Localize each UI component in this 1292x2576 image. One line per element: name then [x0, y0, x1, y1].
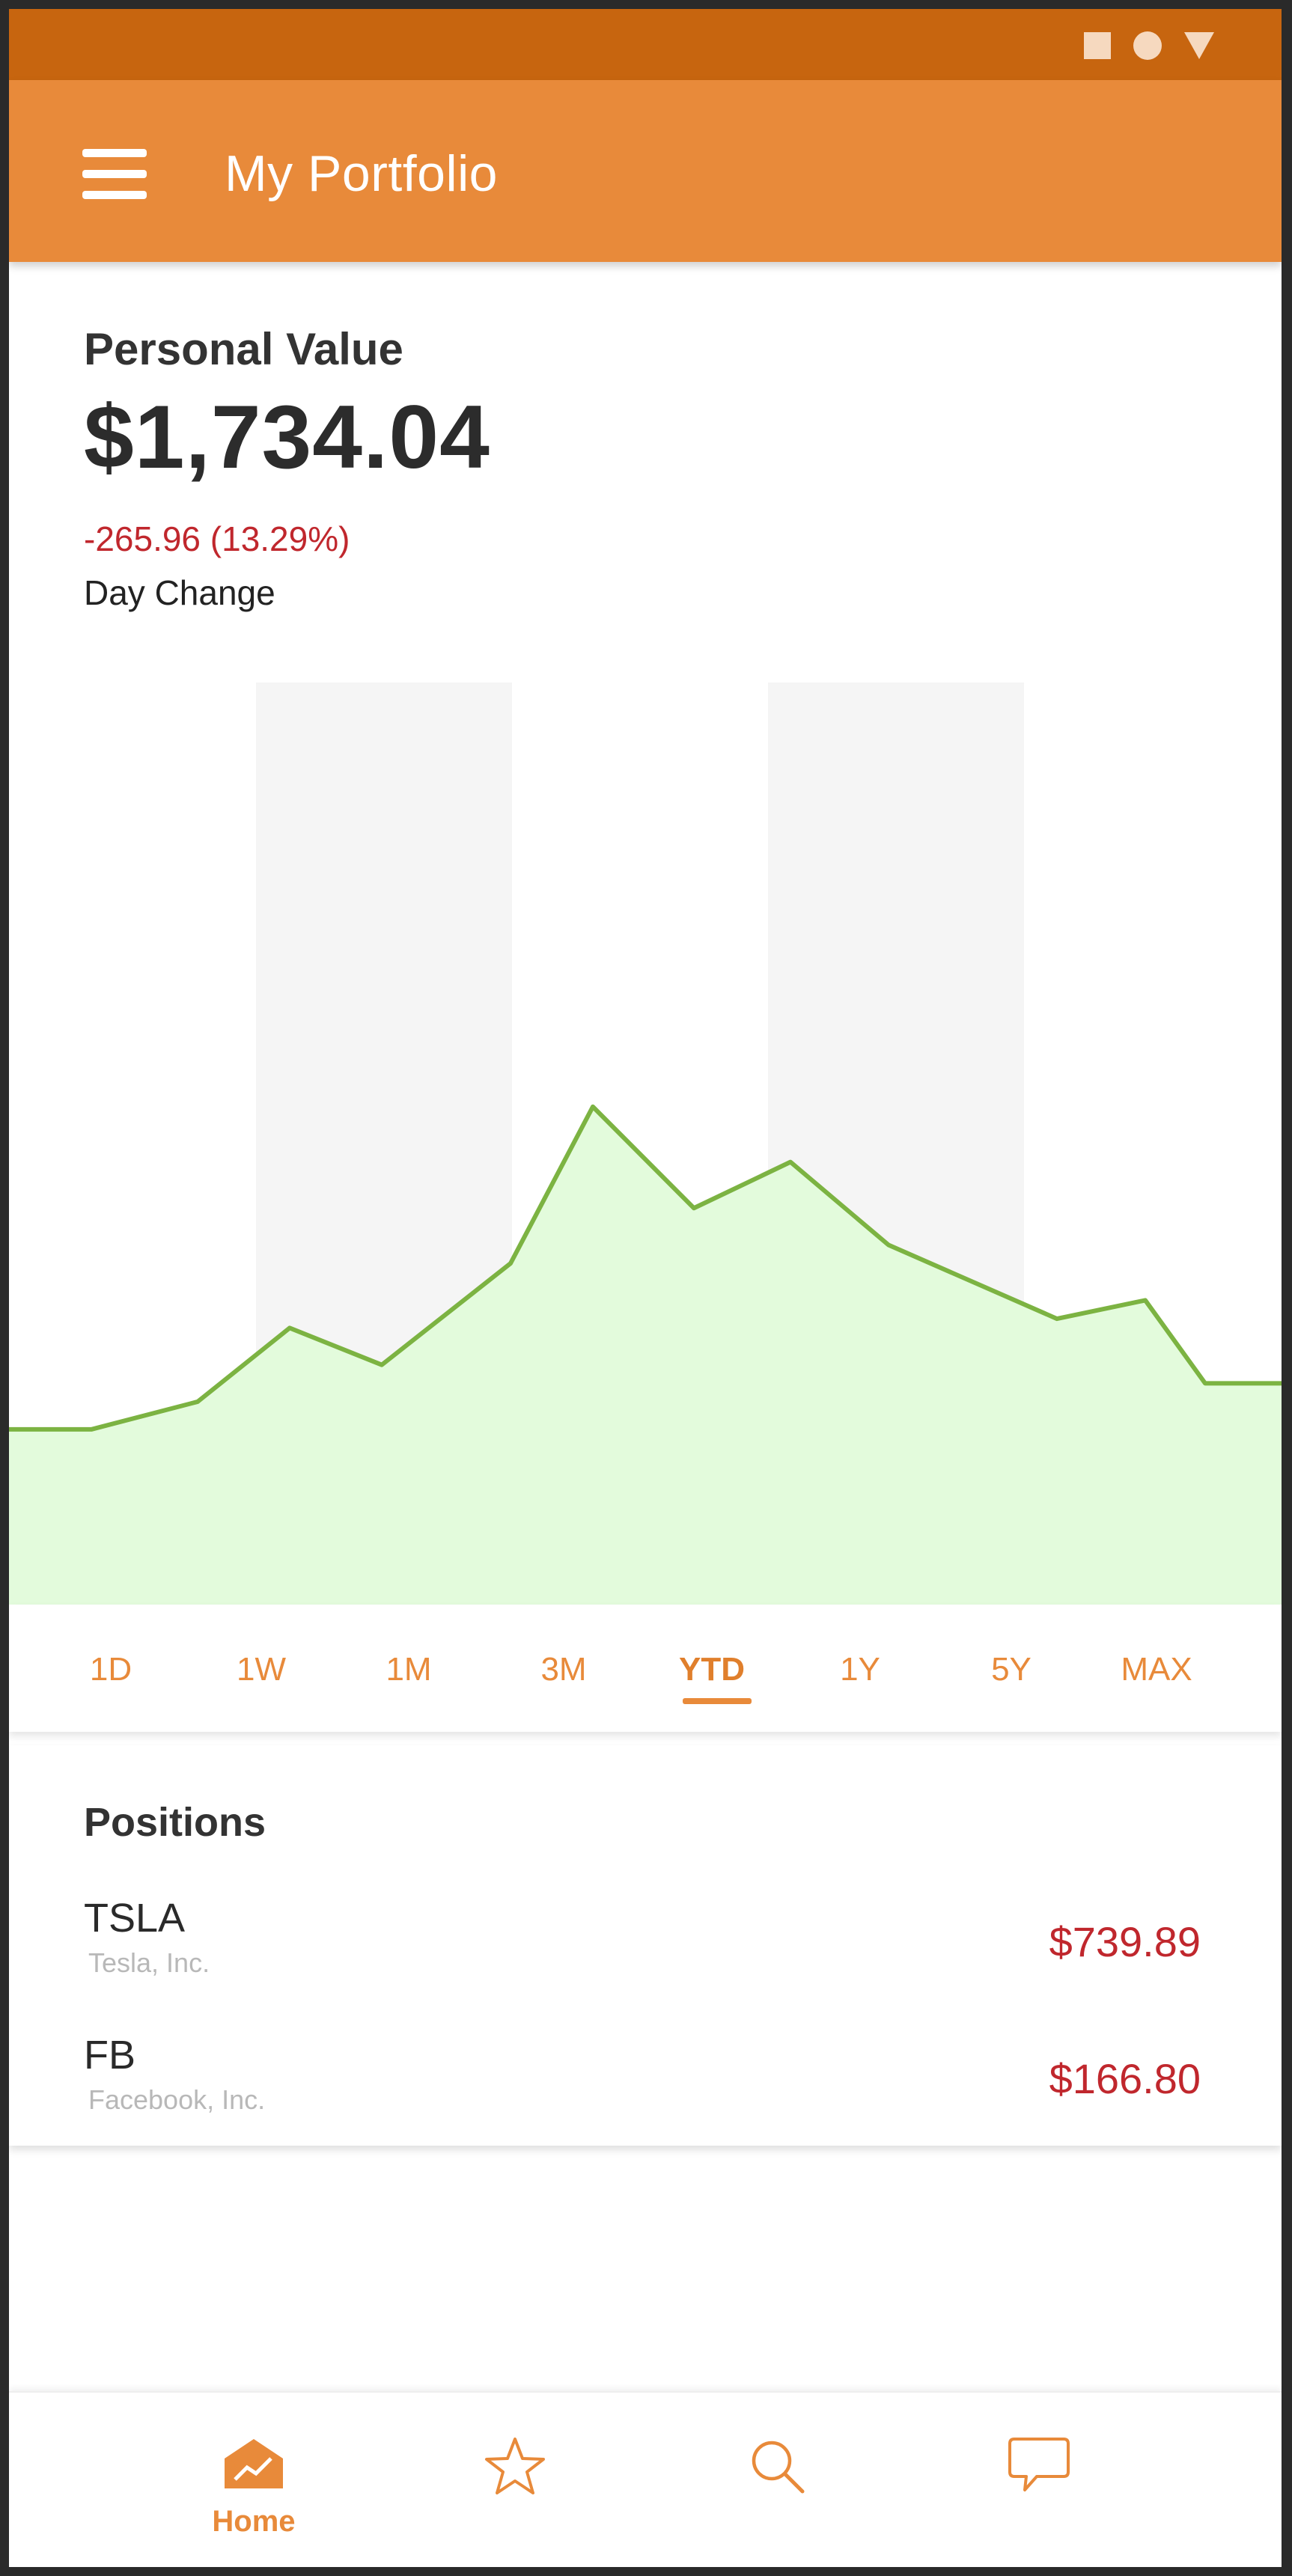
position-symbol: TSLA [84, 1896, 186, 1941]
position-row-fb[interactable]: FB Facebook, Inc. $166.80 [9, 2032, 1282, 2144]
position-price: $739.89 [1049, 1918, 1201, 1965]
home-chart-icon [225, 2439, 283, 2488]
range-tab-5y[interactable]: 5Y [991, 1651, 1032, 1688]
square-icon [1084, 32, 1111, 59]
triangle-icon [1184, 32, 1214, 59]
circle-icon [1133, 31, 1162, 60]
range-tab-1d[interactable]: 1D [90, 1651, 132, 1688]
app-bar: My Portfolio [9, 80, 1282, 262]
nav-home-label: Home [212, 2505, 296, 2538]
position-row-tsla[interactable]: TSLA Tesla, Inc. $739.89 [9, 1895, 1282, 2007]
position-price: $166.80 [1049, 2055, 1201, 2102]
position-company-name: Tesla, Inc. [88, 1947, 210, 1978]
position-company-name: Facebook, Inc. [88, 2084, 266, 2115]
personal-value-label: Personal Value [84, 324, 403, 374]
bottom-nav: Home [9, 2391, 1282, 2567]
range-tab-max[interactable]: MAX [1121, 1651, 1192, 1688]
day-change-label: Day Change [84, 573, 275, 612]
portfolio-chart[interactable] [9, 683, 1282, 1605]
day-change-value: -265.96 (13.29%) [84, 519, 350, 558]
nav-messages[interactable] [964, 2393, 1114, 2542]
positions-title: Positions [84, 1800, 266, 1845]
chat-icon [1008, 2438, 1070, 2491]
positions-card: Positions TSLA Tesla, Inc. $739.89 FB Fa… [9, 1745, 1282, 2146]
menu-icon[interactable] [82, 149, 147, 200]
active-tab-indicator [683, 1698, 752, 1704]
status-bar [9, 9, 1282, 80]
phone-screen: My Portfolio Personal Value $1,734.04 -2… [9, 9, 1282, 2567]
range-tab-1y[interactable]: 1Y [840, 1651, 880, 1688]
personal-value-amount: $1,734.04 [84, 387, 490, 487]
star-icon [485, 2438, 545, 2494]
nav-favorites[interactable] [440, 2393, 590, 2542]
nav-search[interactable] [702, 2393, 852, 2542]
range-tab-1w[interactable]: 1W [237, 1651, 286, 1688]
position-symbol: FB [84, 2033, 136, 2078]
portfolio-summary: Personal Value $1,734.04 -265.96 (13.29%… [84, 323, 490, 613]
nav-home[interactable]: Home [179, 2393, 329, 2542]
range-tab-3m[interactable]: 3M [540, 1651, 586, 1688]
page-title: My Portfolio [225, 145, 498, 202]
range-tab-ytd[interactable]: YTD [679, 1651, 745, 1688]
range-tab-1m[interactable]: 1M [386, 1651, 431, 1688]
range-tabs: 1D 1W 1M 3M YTD 1Y 5Y MAX [9, 1605, 1282, 1732]
chart-area-fill [9, 1106, 1282, 1605]
search-icon [752, 2441, 805, 2494]
